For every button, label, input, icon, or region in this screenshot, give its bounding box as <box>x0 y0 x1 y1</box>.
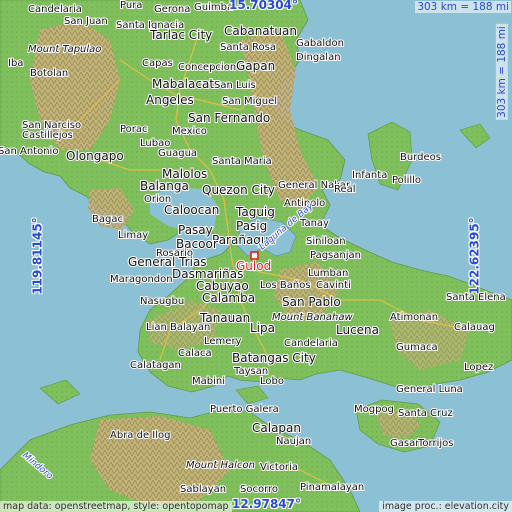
place-label: Polillo <box>392 175 421 186</box>
place-label: Pasay <box>178 223 213 237</box>
place-label: Porac <box>120 124 148 135</box>
place-label: Caloocan <box>164 203 219 217</box>
place-label: Dingalan <box>296 52 341 63</box>
place-label: Candelaria <box>284 338 338 349</box>
place-label: Bagac <box>92 214 123 225</box>
place-label: Lucena <box>336 323 379 337</box>
place-label: Siniloan <box>306 236 346 247</box>
place-label: Cavinti <box>316 280 351 291</box>
place-label: Naujan <box>276 436 311 447</box>
place-label: Calauag <box>454 322 495 333</box>
place-label: Los Baños <box>260 280 311 291</box>
place-label: Torrijos <box>417 438 453 449</box>
place-label: Santa Maria <box>212 156 272 167</box>
place-label: Calatagan <box>130 360 181 371</box>
place-label: Guagua <box>158 148 197 159</box>
place-label: Sablayan <box>180 484 226 495</box>
place-label: Lipa <box>250 321 275 335</box>
place-label: Calaca <box>178 348 212 359</box>
place-label: Gumaca <box>396 342 438 353</box>
place-label: Maragondon <box>110 274 173 285</box>
place-label: Cabanatuan <box>224 24 297 38</box>
place-label: Mount Banahaw <box>272 312 353 323</box>
place-label: Burdeos <box>400 152 441 163</box>
scale-label-top: 303 km = 188 mi <box>415 1 511 13</box>
place-label: Mount Halcon <box>186 460 255 471</box>
selected-location-marker[interactable] <box>250 251 259 260</box>
place-label: Angeles <box>146 93 194 107</box>
place-label: Calapan <box>252 421 301 435</box>
place-label: Candelaria <box>28 4 82 15</box>
place-label: Pinamalayan <box>300 482 364 493</box>
place-label: Calamba <box>202 291 255 305</box>
place-label: Santa Rosa <box>220 42 276 53</box>
place-label: Batangas City <box>232 351 316 365</box>
place-label: Lopez <box>464 362 493 373</box>
place-label: Lumban <box>308 268 348 279</box>
place-label: Victoria <box>260 462 298 473</box>
image-processing-credit: image proc.: elevation.city <box>379 501 512 512</box>
place-label: Mabini <box>192 376 225 387</box>
place-label: Mabalacat <box>152 77 214 91</box>
place-label: Socorro <box>240 484 278 495</box>
place-label: Gasan <box>390 438 422 449</box>
north-coordinate-label: 15.70304° <box>229 0 299 12</box>
place-label: Castillejos <box>22 130 73 141</box>
place-label: Real <box>334 184 356 195</box>
place-label: Gerona <box>154 4 190 15</box>
place-label: San Antonio <box>0 146 58 157</box>
west-coordinate-label: 119.81145° <box>30 217 45 295</box>
place-label: San Luis <box>214 80 256 91</box>
south-coordinate-label: 12.97847° <box>232 497 302 511</box>
place-label: Tanay <box>299 218 329 229</box>
place-label: Pasig <box>236 219 267 233</box>
place-label: Taguig <box>235 205 275 219</box>
place-label: Botolan <box>30 68 68 79</box>
place-label: Balanga <box>140 179 189 193</box>
place-label: Infanta <box>352 170 387 181</box>
place-label: Pura <box>120 0 142 11</box>
place-label: San Pablo <box>282 295 341 309</box>
place-label: Concepcion <box>178 62 236 73</box>
place-label: Atimonan <box>390 312 438 323</box>
place-label: San Fernando <box>188 111 270 125</box>
place-label: Santa Cruz <box>398 408 453 419</box>
place-label: Lobo <box>260 376 284 387</box>
place-label: Mexico <box>172 126 207 137</box>
place-label: Quezon City <box>202 183 275 197</box>
place-label: Nasugbu <box>140 296 184 307</box>
place-label: San Miguel <box>222 96 277 107</box>
place-label: Guimba <box>194 2 233 13</box>
place-label: Mount Tapulao <box>28 44 101 55</box>
place-label: Iba <box>8 58 23 69</box>
east-coordinate-label: 122.62395° <box>467 217 482 295</box>
place-label: Puerto Galera <box>210 404 279 415</box>
place-label: General Luna <box>396 384 463 395</box>
place-label: Capas <box>142 58 173 69</box>
place-label: Pagsanjan <box>310 250 361 261</box>
place-label: San Juan <box>64 16 108 27</box>
place-label: Balayan <box>170 322 210 333</box>
place-label: Mogpog <box>354 404 394 415</box>
place-label: Gabaldon <box>296 38 344 49</box>
place-label: Olongapo <box>66 149 124 163</box>
place-label: Gapan <box>236 59 275 73</box>
place-label: Lemery <box>204 336 242 347</box>
map-data-credit: map data: openstreetmap, style: opentopo… <box>0 501 232 512</box>
topographic-map[interactable]: Candelaria Pura Gerona Guimba San Juan S… <box>0 0 512 512</box>
place-label: Abra de Ilog <box>110 430 170 441</box>
place-label: Limay <box>118 230 148 241</box>
place-label: Tarlac City <box>149 28 212 42</box>
place-label: Lian <box>146 322 167 333</box>
scale-label-right: 303 km = 188 mi <box>496 24 509 120</box>
